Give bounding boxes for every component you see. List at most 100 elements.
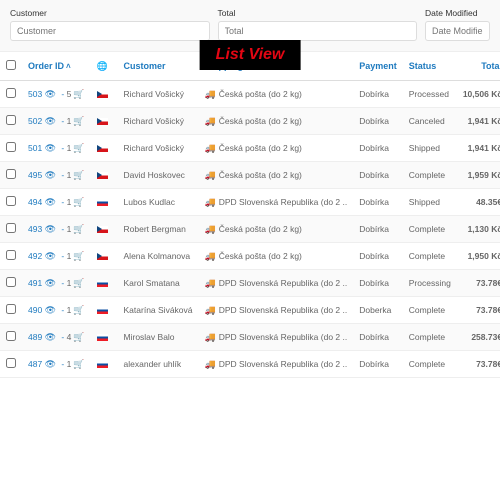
customer-cell: Robert Bergman <box>118 216 199 243</box>
country-flag-icon <box>97 253 108 260</box>
filter-customer-input[interactable] <box>10 21 210 41</box>
order-id-cell[interactable]: 503 👁 - 5🛒 <box>22 81 91 108</box>
cart-icon: 🛒 <box>73 170 84 180</box>
view-icon[interactable]: 👁 <box>45 305 56 315</box>
col-customer[interactable]: Customer <box>118 52 199 81</box>
row-checkbox-cell <box>0 351 22 378</box>
payment-cell: Dobírka <box>353 243 403 270</box>
truck-icon: 🚚 <box>205 89 216 99</box>
total-cell: 258.73€ <box>457 324 500 351</box>
customer-cell: Miroslav Balo <box>118 324 199 351</box>
col-flag[interactable]: 🌐 <box>91 52 118 81</box>
row-checkbox[interactable] <box>6 196 16 206</box>
status-cell: Complete <box>403 162 457 189</box>
cart-icon: 🛒 <box>73 116 84 126</box>
col-payment[interactable]: Payment <box>353 52 403 81</box>
cart-icon: 🛒 <box>73 278 84 288</box>
shipping-cell: 🚚DPD Slovenská Republika (do 2 .. <box>199 351 354 378</box>
status-cell: Canceled <box>403 108 457 135</box>
table-row[interactable]: 492 👁 - 1🛒Alena Kolmanova🚚Česká pošta (d… <box>0 243 500 270</box>
col-status[interactable]: Status <box>403 52 457 81</box>
customer-cell: alexander uhlík <box>118 351 199 378</box>
view-icon[interactable]: 👁 <box>45 251 56 261</box>
table-row[interactable]: 501 👁 - 1🛒Richard Vošický🚚Česká pošta (d… <box>0 135 500 162</box>
order-id-cell[interactable]: 502 👁 - 1🛒 <box>22 108 91 135</box>
view-icon[interactable]: 👁 <box>45 224 56 234</box>
view-icon[interactable]: 👁 <box>45 89 56 99</box>
select-all-checkbox[interactable] <box>6 60 16 70</box>
filter-customer: Customer <box>10 8 210 41</box>
row-checkbox[interactable] <box>6 331 16 341</box>
filter-date-input[interactable] <box>425 21 490 41</box>
order-id-cell[interactable]: 494 👁 - 1🛒 <box>22 189 91 216</box>
country-flag-icon <box>97 172 108 179</box>
col-total[interactable]: Total <box>457 52 500 81</box>
order-id-cell[interactable]: 491 👁 - 1🛒 <box>22 270 91 297</box>
flag-cell <box>91 81 118 108</box>
cart-icon: 🛒 <box>73 305 84 315</box>
order-id-cell[interactable]: 489 👁 - 4🛒 <box>22 324 91 351</box>
cart-icon: 🛒 <box>73 197 84 207</box>
order-id-cell[interactable]: 487 👁 - 1🛒 <box>22 351 91 378</box>
country-flag-icon <box>97 145 108 152</box>
row-checkbox-cell <box>0 189 22 216</box>
row-checkbox[interactable] <box>6 223 16 233</box>
row-checkbox[interactable] <box>6 277 16 287</box>
row-checkbox[interactable] <box>6 304 16 314</box>
shipping-cell: 🚚DPD Slovenská Republika (do 2 .. <box>199 189 354 216</box>
order-id-cell[interactable]: 501 👁 - 1🛒 <box>22 135 91 162</box>
status-cell: Complete <box>403 243 457 270</box>
shipping-cell: 🚚DPD Slovenská Republika (do 2 .. <box>199 270 354 297</box>
flag-cell <box>91 216 118 243</box>
cart-icon: 🛒 <box>73 89 84 99</box>
status-cell: Processing <box>403 270 457 297</box>
shipping-cell: 🚚Česká pošta (do 2 kg) <box>199 243 354 270</box>
table-row[interactable]: 495 👁 - 1🛒David Hoskovec🚚Česká pošta (do… <box>0 162 500 189</box>
total-cell: 1,941 Kč <box>457 135 500 162</box>
total-cell: 73.78€ <box>457 351 500 378</box>
row-checkbox-cell <box>0 270 22 297</box>
customer-cell: Katarína Siváková <box>118 297 199 324</box>
row-checkbox[interactable] <box>6 358 16 368</box>
table-row[interactable]: 502 👁 - 1🛒Richard Vošický🚚Česká pošta (d… <box>0 108 500 135</box>
total-cell: 73.78€ <box>457 297 500 324</box>
filter-total-input[interactable] <box>218 21 418 41</box>
order-id-cell[interactable]: 493 👁 - 1🛒 <box>22 216 91 243</box>
flag-cell <box>91 351 118 378</box>
table-row[interactable]: 494 👁 - 1🛒Lubos Kudlac🚚DPD Slovenská Rep… <box>0 189 500 216</box>
table-row[interactable]: 493 👁 - 1🛒Robert Bergman🚚Česká pošta (do… <box>0 216 500 243</box>
order-id-cell[interactable]: 495 👁 - 1🛒 <box>22 162 91 189</box>
truck-icon: 🚚 <box>205 197 216 207</box>
status-cell: Complete <box>403 216 457 243</box>
filter-total: Total <box>218 8 418 41</box>
row-checkbox-cell <box>0 81 22 108</box>
col-order-id[interactable]: Order ID˄ <box>22 52 91 81</box>
row-checkbox[interactable] <box>6 142 16 152</box>
view-icon[interactable]: 👁 <box>45 197 56 207</box>
table-row[interactable]: 487 👁 - 1🛒 alexander uhlík🚚DPD Slovenská … <box>0 351 500 378</box>
view-icon[interactable]: 👁 <box>45 332 56 342</box>
row-checkbox[interactable] <box>6 250 16 260</box>
shipping-cell: 🚚Česká pošta (do 2 kg) <box>199 162 354 189</box>
table-row[interactable]: 490 👁 - 1🛒Katarína Siváková🚚DPD Slovensk… <box>0 297 500 324</box>
row-checkbox[interactable] <box>6 115 16 125</box>
flag-cell <box>91 189 118 216</box>
country-flag-icon <box>97 226 108 233</box>
table-row[interactable]: 503 👁 - 5🛒Richard Vošický🚚Česká pošta (d… <box>0 81 500 108</box>
payment-cell: Dobírka <box>353 162 403 189</box>
view-icon[interactable]: 👁 <box>45 278 56 288</box>
row-checkbox[interactable] <box>6 169 16 179</box>
order-id-cell[interactable]: 492 👁 - 1🛒 <box>22 243 91 270</box>
view-icon[interactable]: 👁 <box>45 116 56 126</box>
table-row[interactable]: 489 👁 - 4🛒Miroslav Balo🚚DPD Slovenská Re… <box>0 324 500 351</box>
row-checkbox[interactable] <box>6 88 16 98</box>
total-cell: 73.78€ <box>457 270 500 297</box>
total-cell: 10,506 Kč <box>457 81 500 108</box>
view-icon[interactable]: 👁 <box>45 143 56 153</box>
view-icon[interactable]: 👁 <box>45 170 56 180</box>
truck-icon: 🚚 <box>205 359 216 369</box>
order-id-cell[interactable]: 490 👁 - 1🛒 <box>22 297 91 324</box>
view-icon[interactable]: 👁 <box>45 359 56 369</box>
table-row[interactable]: 491 👁 - 1🛒Karol Smatana🚚DPD Slovenská Re… <box>0 270 500 297</box>
customer-cell: Richard Vošický <box>118 108 199 135</box>
